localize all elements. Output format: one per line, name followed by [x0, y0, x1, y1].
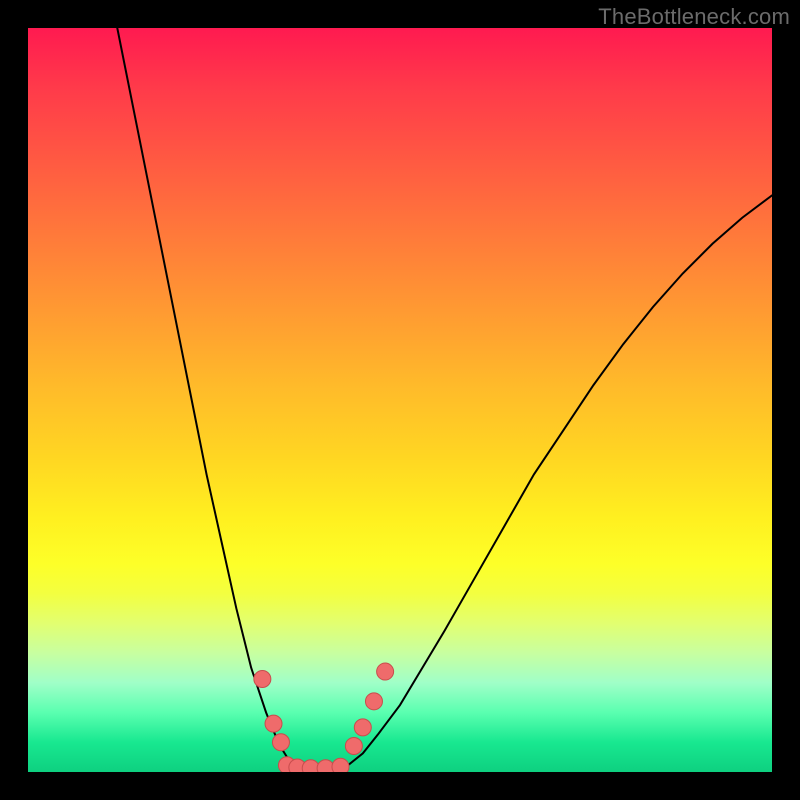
- right-marker-2: [354, 719, 371, 736]
- chart-frame: TheBottleneck.com: [0, 0, 800, 800]
- right-marker-4: [377, 663, 394, 680]
- watermark-text: TheBottleneck.com: [598, 4, 790, 30]
- left-marker-2: [265, 715, 282, 732]
- floor-marker-3: [302, 760, 319, 772]
- curve-curve-left: [117, 28, 296, 767]
- left-marker-1: [254, 671, 271, 688]
- right-marker-3: [365, 693, 382, 710]
- plot-area: [28, 28, 772, 772]
- curve-curve-right: [348, 195, 772, 765]
- floor-marker-5: [332, 758, 349, 772]
- curves-svg: [28, 28, 772, 772]
- right-marker-1: [345, 737, 362, 754]
- left-marker-3: [272, 734, 289, 751]
